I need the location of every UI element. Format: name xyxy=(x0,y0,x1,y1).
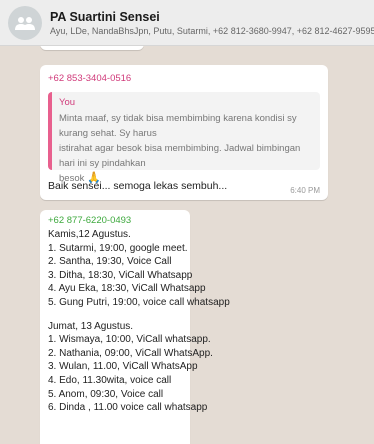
quoted-message[interactable]: You Minta maaf, sy tidak bisa membimbing… xyxy=(48,92,320,184)
chat-header[interactable]: PA Suartini Sensei Ayu, LDe, NandaBhsJpn… xyxy=(0,0,374,46)
message-line: 3. Ditha, 18:30, ViCall Whatsapp xyxy=(48,269,193,281)
message-time: 6:40 PM xyxy=(290,186,320,195)
message-bubble[interactable]: +62 877-6220-0493 Kamis,12 Agustus. 1. S… xyxy=(40,210,230,444)
message-line: 4. Edo, 11.30wita, voice call xyxy=(48,374,172,386)
group-members: Ayu, LDe, NandaBhsJpn, Putu, Sutarmi, +6… xyxy=(50,25,374,36)
message-line: 5. Anom, 09:30, Voice call xyxy=(48,388,164,400)
message-bubble[interactable]: +62 853-3404-0516 You Minta maaf, sy tid… xyxy=(40,65,328,200)
message-line: 3. Wulan, 11.00, ViCall WhatsApp xyxy=(48,361,198,373)
message-line: 1. Wismaya, 10:00, ViCall whatsapp. xyxy=(48,334,211,346)
message-text: Baik sensei... semoga lekas sembuh... xyxy=(48,180,228,192)
quoted-line: Minta maaf, sy tidak bisa membimbing kar… xyxy=(59,113,297,139)
header-text[interactable]: PA Suartini Sensei Ayu, LDe, NandaBhsJpn… xyxy=(50,10,374,36)
message-line: 4. Ayu Eka, 18:30, ViCall Whatsapp xyxy=(48,283,206,295)
message-line: 2. Santha, 19:30, Voice Call xyxy=(48,256,172,268)
group-avatar-icon[interactable] xyxy=(8,5,42,40)
message-line: 1. Sutarmi, 19:00, google meet. xyxy=(48,242,188,254)
message-text: Kamis,12 Agustus. 1. Sutarmi, 19:00, goo… xyxy=(48,228,230,415)
quoted-line: istirahat agar besok bisa membimbing. Ja… xyxy=(59,143,301,169)
message-line: Jumat, 13 Agustus. xyxy=(48,320,134,332)
message-sender[interactable]: +62 877-6220-0493 xyxy=(48,215,182,226)
previous-message-fragment xyxy=(40,46,144,50)
message-line: 2. Nathania, 09:00, ViCall WhatsApp. xyxy=(48,347,213,359)
quoted-text: Minta maaf, sy tidak bisa membimbing kar… xyxy=(59,111,313,186)
quoted-author: You xyxy=(59,97,76,108)
message-line: 6. Dinda , 11.00 voice call whatsapp xyxy=(48,402,208,414)
message-sender[interactable]: +62 853-3404-0516 xyxy=(48,73,320,84)
chat-area[interactable]: +62 853-3404-0516 You Minta maaf, sy tid… xyxy=(0,46,374,444)
group-name: PA Suartini Sensei xyxy=(50,9,160,24)
message-line: 5. Gung Putri, 19:00, voice call whatsap… xyxy=(48,296,230,308)
message-line: Kamis,12 Agustus. xyxy=(48,229,131,240)
